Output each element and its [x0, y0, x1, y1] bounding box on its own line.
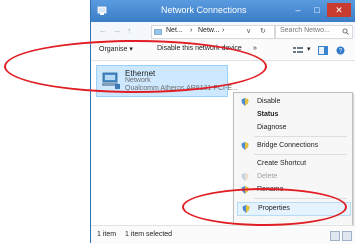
refresh-icon[interactable]: ↻ — [260, 27, 266, 35]
breadcrumb-item[interactable]: Netw... — [198, 27, 219, 34]
search-placeholder: Search Netwo... — [280, 27, 330, 34]
menu-item-delete: Delete — [237, 171, 349, 183]
menu-separator — [254, 198, 347, 199]
menu-separator — [254, 136, 347, 137]
help-icon[interactable]: ? — [336, 46, 345, 55]
menu-item-disable[interactable]: Disable — [237, 96, 349, 108]
preview-pane-icon[interactable] — [318, 46, 328, 55]
view-options-icon[interactable] — [293, 46, 303, 55]
connection-status: Network — [125, 77, 151, 84]
address-bar: ← → ↑ Net... › Netw... › ∨ ↻ Search Netw… — [91, 22, 355, 41]
menu-item-rename[interactable]: Rename — [237, 184, 349, 196]
menu-item-label: Status — [257, 111, 279, 118]
breadcrumb-separator: › — [190, 27, 193, 34]
ethernet-connection-item[interactable]: Ethernet Network Qualcomm Atheros AR8131… — [96, 65, 238, 97]
command-toolbar: Organise ▾ Disable this network device »… — [91, 40, 355, 61]
menu-separator — [254, 154, 347, 155]
large-icons-view-icon[interactable] — [342, 231, 352, 241]
shield-icon — [241, 142, 249, 150]
close-button[interactable]: ✕ — [327, 3, 351, 17]
context-menu: Disable Status Diagnose Bridge Connectio… — [233, 92, 353, 226]
view-dropdown-arrow-icon[interactable]: ▾ — [307, 45, 311, 53]
selection-count: 1 item selected — [125, 231, 173, 238]
shield-icon — [241, 186, 249, 194]
more-commands-button[interactable]: » — [253, 45, 257, 52]
menu-item-status[interactable]: Status — [237, 109, 349, 121]
disable-network-device-button[interactable]: Disable this network device — [157, 45, 242, 52]
shield-icon — [241, 98, 249, 106]
network-adapter-icon — [102, 72, 120, 89]
menu-item-label: Properties — [258, 205, 290, 212]
back-button[interactable]: ← — [99, 26, 107, 35]
breadcrumb-item[interactable]: Net... — [166, 27, 183, 34]
shield-icon — [241, 173, 249, 181]
connections-list: Ethernet Network Qualcomm Atheros AR8131… — [91, 61, 355, 226]
breadcrumb-separator: › — [222, 27, 225, 34]
menu-item-bridge-connections[interactable]: Bridge Connections — [237, 140, 349, 152]
menu-item-label: Create Shortcut — [257, 160, 307, 167]
search-input[interactable]: Search Netwo... — [275, 25, 353, 39]
up-button[interactable]: ↑ — [127, 26, 131, 35]
dropdown-arrow-icon[interactable]: ∨ — [246, 27, 251, 35]
shield-icon — [242, 205, 250, 213]
window-title: Network Connections — [161, 5, 247, 15]
title-bar[interactable]: Network Connections – □ ✕ — [91, 0, 355, 22]
network-folder-icon — [154, 29, 162, 35]
item-count: 1 item — [97, 231, 117, 238]
menu-item-label: Delete — [257, 173, 278, 180]
path-field[interactable]: Net... › Netw... › ∨ ↻ — [151, 25, 275, 39]
menu-item-label: Rename — [257, 186, 284, 193]
organise-menu-button[interactable]: Organise ▾ — [99, 45, 133, 53]
connection-adapter: Qualcomm Atheros AR8131 PCI-E... — [125, 85, 238, 92]
network-connections-app-icon — [97, 6, 107, 15]
network-connections-window: Network Connections – □ ✕ ← → ↑ Net... ›… — [90, 0, 355, 244]
menu-item-label: Disable — [257, 98, 281, 105]
menu-item-diagnose[interactable]: Diagnose — [237, 122, 349, 134]
maximize-button[interactable]: □ — [307, 3, 327, 17]
search-icon — [342, 28, 349, 35]
forward-button[interactable]: → — [113, 26, 121, 35]
menu-item-label: Bridge Connections — [257, 142, 319, 149]
menu-item-create-shortcut[interactable]: Create Shortcut — [237, 158, 349, 170]
minimize-button[interactable]: – — [288, 3, 308, 17]
menu-item-label: Diagnose — [257, 124, 287, 131]
menu-item-properties[interactable]: Properties — [237, 202, 351, 216]
details-view-icon[interactable] — [330, 231, 340, 241]
status-bar: 1 item 1 item selected — [91, 225, 355, 244]
